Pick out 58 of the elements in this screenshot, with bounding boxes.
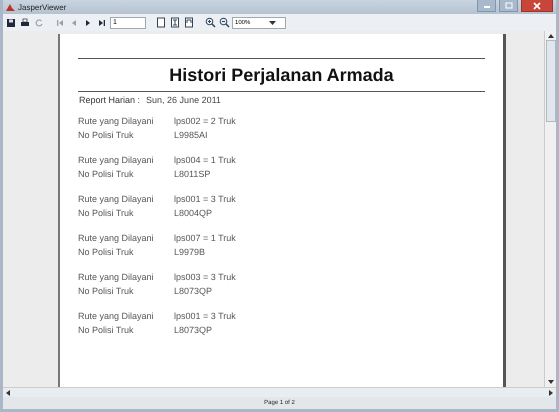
fit-page-button[interactable]	[169, 16, 181, 28]
page-icon	[156, 17, 166, 28]
scroll-left-icon[interactable]	[6, 390, 10, 396]
page-icon	[184, 17, 194, 28]
plate-value: L8004QP	[174, 208, 212, 220]
route-value: lps002 = 2 Truk	[174, 116, 236, 128]
date-value: Sun, 26 June 2011	[146, 95, 221, 105]
zoom-in-icon	[204, 17, 216, 28]
fit-width-button[interactable]	[183, 16, 195, 28]
route-value: lps004 = 1 Truk	[174, 155, 236, 167]
vertical-scrollbar[interactable]	[544, 31, 556, 387]
maximize-icon	[504, 2, 512, 9]
route-label: Rute yang Dilayani	[78, 116, 155, 128]
scroll-thumb[interactable]	[546, 40, 556, 122]
printer-icon	[20, 18, 30, 28]
zoom-out-icon	[218, 17, 230, 28]
plate-label: No Polisi Truk	[78, 286, 135, 298]
route-label: Rute yang Dilayani	[78, 155, 155, 167]
close-icon	[533, 2, 541, 10]
app-icon	[6, 3, 15, 11]
plate-label: No Polisi Truk	[78, 247, 135, 259]
route-label: Rute yang Dilayani	[78, 233, 155, 245]
close-button[interactable]	[521, 0, 553, 12]
zoom-out-button[interactable]	[218, 16, 230, 28]
last-page-icon	[97, 18, 107, 28]
plate-value: L9985AI	[174, 130, 208, 142]
plate-value: L8011SP	[174, 169, 210, 181]
route-label: Rute yang Dilayani	[78, 194, 155, 206]
minimize-button[interactable]	[477, 0, 496, 12]
plate-label: No Polisi Truk	[78, 169, 135, 181]
print-button[interactable]	[19, 16, 31, 28]
route-value: lps003 = 3 Truk	[174, 272, 236, 284]
window-title: JasperViewer	[18, 2, 66, 12]
scroll-right-icon[interactable]	[549, 390, 553, 396]
scroll-up-icon[interactable]	[548, 34, 554, 38]
route-value: lps007 = 1 Truk	[174, 233, 236, 245]
save-button[interactable]	[5, 16, 17, 28]
scroll-down-icon[interactable]	[548, 380, 554, 384]
route-label: Rute yang Dilayani	[78, 311, 155, 323]
plate-value: L9979B	[174, 247, 206, 259]
caret-icon	[269, 20, 276, 24]
actual-size-button[interactable]	[155, 16, 167, 28]
horizontal-scrollbar[interactable]	[3, 387, 556, 397]
plate-label: No Polisi Truk	[78, 130, 135, 142]
page-icon	[170, 17, 180, 28]
route-value: lps001 = 3 Truk	[174, 311, 236, 323]
first-page-icon	[55, 18, 65, 28]
report-title: Histori Perjalanan Armada	[168, 64, 395, 87]
plate-label: No Polisi Truk	[78, 325, 135, 337]
zoom-in-button[interactable]	[204, 16, 216, 28]
date-label: Report Harian :	[79, 95, 140, 105]
plate-value: L8073QP	[174, 325, 212, 337]
route-value: lps001 = 3 Truk	[174, 194, 236, 206]
plate-label: No Polisi Truk	[78, 208, 135, 220]
reload-icon	[34, 18, 44, 28]
route-label: Rute yang Dilayani	[78, 272, 155, 284]
maximize-button[interactable]	[499, 0, 518, 12]
plate-value: L8073QP	[174, 286, 212, 298]
